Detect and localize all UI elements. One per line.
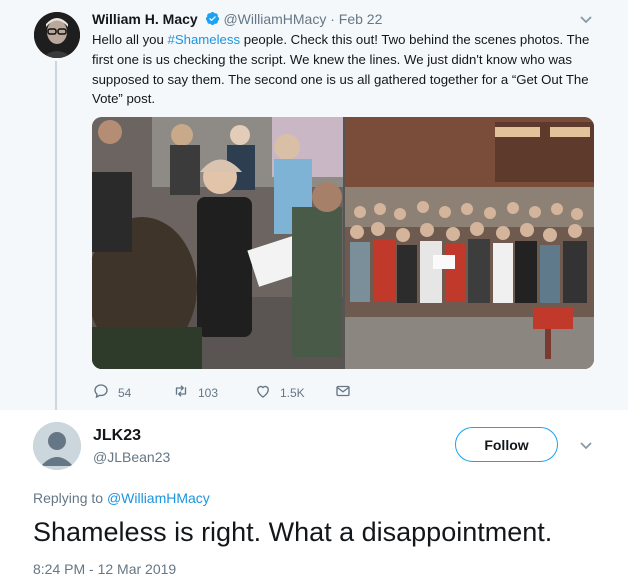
chevron-down-icon[interactable] bbox=[578, 437, 594, 458]
tweet-header: William H. Macy @WilliamHMacy · Feb 22 bbox=[92, 10, 382, 30]
author-handle[interactable]: @WilliamHMacy bbox=[223, 11, 326, 27]
retweet-icon[interactable] bbox=[172, 382, 190, 403]
chevron-down-icon[interactable] bbox=[578, 11, 594, 32]
avatar[interactable] bbox=[33, 422, 81, 470]
follow-button[interactable]: Follow bbox=[455, 427, 558, 462]
envelope-icon[interactable] bbox=[334, 382, 352, 403]
parent-tweet[interactable]: William H. Macy @WilliamHMacy · Feb 22 H… bbox=[0, 0, 628, 421]
retweet-count: 103 bbox=[198, 385, 219, 400]
media-grid[interactable] bbox=[92, 117, 594, 369]
photo-script-reading[interactable] bbox=[92, 117, 343, 369]
hashtag-link[interactable]: #Shameless bbox=[168, 32, 241, 47]
tweet-date[interactable]: Feb 22 bbox=[339, 11, 383, 27]
like-count: 1.5K bbox=[280, 385, 305, 400]
retweet-action[interactable]: 103 bbox=[172, 382, 218, 403]
replying-to: Replying to @WilliamHMacy bbox=[33, 490, 210, 506]
verified-badge-icon bbox=[205, 11, 220, 30]
photo-group-cast[interactable] bbox=[345, 117, 594, 369]
reply-author-handle[interactable]: @JLBean23 bbox=[93, 449, 170, 465]
author-name[interactable]: William H. Macy bbox=[92, 11, 198, 27]
thread-line bbox=[55, 61, 57, 421]
follow-label: Follow bbox=[484, 436, 529, 453]
reply-action[interactable]: 54 bbox=[92, 382, 131, 403]
reply-tweet[interactable]: JLK23 @JLBean23 Follow Replying to @Will… bbox=[0, 410, 628, 577]
avatar[interactable] bbox=[34, 12, 80, 58]
tweet-text: Hello all you #Shameless people. Check t… bbox=[92, 30, 612, 109]
reply-author-name[interactable]: JLK23 bbox=[93, 427, 141, 445]
separator-dot: · bbox=[330, 11, 335, 27]
reply-count: 54 bbox=[118, 385, 132, 400]
replying-prefix: Replying to bbox=[33, 490, 107, 506]
reply-text: Shameless is right. What a disappointmen… bbox=[33, 517, 553, 547]
replying-mention-link[interactable]: @WilliamHMacy bbox=[107, 490, 210, 506]
reply-timestamp[interactable]: 8:24 PM - 12 Mar 2019 bbox=[33, 561, 176, 577]
dm-action[interactable] bbox=[334, 382, 352, 403]
reply-icon[interactable] bbox=[92, 382, 110, 403]
tweet-text-start: Hello all you bbox=[92, 32, 168, 47]
like-action[interactable]: 1.5K bbox=[254, 382, 305, 403]
heart-icon[interactable] bbox=[254, 382, 272, 403]
